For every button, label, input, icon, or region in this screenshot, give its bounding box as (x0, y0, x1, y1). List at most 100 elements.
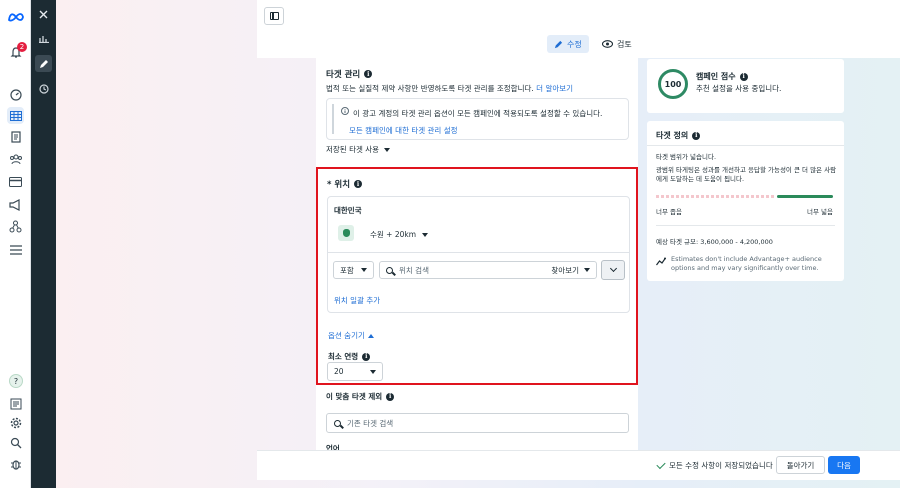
location-search-input[interactable]: 위치 검색 찾아보기 (379, 261, 597, 279)
city-radius-dropdown[interactable]: 수원 + 20km (370, 229, 429, 240)
all-campaigns-controls-link[interactable]: 모든 캠페인에 대한 타겟 관리 설정 (349, 125, 458, 136)
gauge-broad-label: 너무 넓음 (807, 208, 833, 216)
gauge-narrow-label: 너무 좁음 (656, 208, 682, 216)
estimated-audience-size: 예상 타겟 규모: 3,600,000 - 4,200,000 (656, 238, 773, 246)
left-nav: 2 ? (0, 0, 31, 488)
info-icon[interactable]: i (692, 131, 701, 140)
card-divider (328, 252, 629, 253)
location-section-highlight: * 위치 i 대한민국 수원 + 20km 포함 위치 검색 찾아보기 위치 일… (316, 167, 638, 385)
hide-options-label: 옵션 숨기기 (328, 331, 365, 340)
language-title: 언어 (326, 444, 340, 450)
bottom-action-bar: 모든 수정 사항이 저장되었습니다 돌아가기 다음 (257, 450, 900, 480)
min-age-select[interactable]: 20 (327, 362, 383, 381)
bulk-add-locations-link[interactable]: 위치 일괄 추가 (334, 295, 380, 306)
info-icon[interactable]: i (739, 72, 748, 81)
include-label: 포함 (340, 265, 354, 275)
notice-accent-bar (332, 104, 334, 134)
check-icon (656, 459, 666, 469)
info-icon[interactable]: i (386, 392, 395, 401)
targeting-panel: 타겟 관리 i 법적 또는 실질적 제약 사항만 반영하도록 타겟 관리를 조정… (316, 58, 638, 450)
info-icon[interactable]: i (364, 70, 373, 78)
location-card: 대한민국 수원 + 20km 포함 위치 검색 찾아보기 위치 일괄 추가 (327, 196, 630, 313)
notification-badge: 2 (17, 42, 27, 52)
min-age-value: 20 (334, 367, 344, 376)
clock-icon[interactable] (35, 80, 52, 97)
search-icon[interactable] (7, 434, 24, 451)
score-title-text: 캠페인 점수 (696, 72, 736, 81)
learn-more-link[interactable]: 더 알아보기 (536, 84, 573, 93)
city-radius-label: 수원 + 20km (370, 230, 417, 239)
caret-down-icon (422, 232, 429, 237)
trend-icon (656, 257, 666, 267)
saved-status-text: 모든 수정 사항이 저장되었습니다 (669, 461, 773, 470)
info-icon[interactable]: i (362, 352, 371, 361)
info-outline-icon (341, 107, 349, 117)
score-ring: 100 (658, 69, 688, 99)
audience-definition-card: 타겟 정의 i 타겟 범위가 넓습니다. 광범위 타게팅은 성과를 개선하고 응… (647, 121, 844, 281)
caret-down-icon (361, 268, 367, 272)
score-title: 캠페인 점수 i (696, 71, 748, 82)
connections-icon[interactable] (7, 218, 24, 235)
review-mode-button[interactable]: 검토 (597, 35, 637, 53)
audience-icon[interactable] (7, 150, 24, 167)
top-bar: 수정 검토 (257, 0, 900, 58)
score-subtitle: 추천 설정을 사용 중입니다. (696, 84, 782, 93)
country-label: 대한민국 (334, 206, 362, 215)
bug-icon[interactable] (7, 455, 24, 472)
expand-location-button[interactable] (601, 260, 625, 280)
exclude-search-placeholder: 기존 타겟 검색 (347, 418, 394, 428)
next-button[interactable]: 다음 (828, 456, 860, 474)
pencil-icon (554, 40, 563, 48)
saved-audience-dropdown[interactable]: 저장된 타겟 사용 (326, 144, 391, 155)
location-pin-icon (338, 225, 354, 241)
caret-up-icon (367, 333, 374, 338)
close-icon[interactable] (35, 6, 52, 23)
meta-logo-icon[interactable] (7, 8, 24, 25)
info-icon[interactable]: i (354, 180, 363, 188)
min-age-title: 최소 연령 i (328, 351, 371, 362)
browse-dropdown[interactable]: 찾아보기 (551, 265, 590, 276)
caret-down-icon (370, 369, 376, 374)
notice-text: 이 광고 계정의 타겟 관리 옵션이 모든 캠페인에 적용되도록 설정할 수 있… (353, 109, 603, 118)
billing-icon[interactable] (7, 173, 24, 190)
exclude-audience-search-input[interactable]: 기존 타겟 검색 (326, 413, 629, 433)
news-icon[interactable] (7, 395, 24, 412)
gear-icon[interactable] (7, 414, 24, 431)
editor-rail (31, 0, 56, 488)
review-mode-label: 검토 (617, 39, 632, 49)
card-divider (656, 225, 835, 226)
exclude-title-text: 이 맞춤 타겟 제외 (326, 392, 383, 401)
targeting-description-text: 법적 또는 실질적 제약 사항만 반영하도록 타겟 관리를 조정합니다. (326, 84, 534, 93)
menu-icon[interactable] (7, 241, 24, 258)
edit-mode-button[interactable]: 수정 (547, 35, 589, 53)
caret-down-icon (384, 147, 391, 152)
location-title: * 위치 i (327, 178, 363, 190)
targeting-description: 법적 또는 실질적 제약 사항만 반영하도록 타겟 관리를 조정합니다. 더 알… (326, 83, 573, 94)
pencil-icon[interactable] (35, 55, 52, 72)
chart-icon[interactable] (35, 30, 52, 47)
megaphone-icon[interactable] (7, 196, 24, 213)
gauge-icon[interactable] (7, 86, 24, 103)
targeting-title: 타겟 관리 i (326, 68, 373, 80)
campaign-score-card: 100 캠페인 점수 i 추천 설정을 사용 중입니다. (647, 59, 844, 113)
audience-definition-body: 광범위 타게팅은 성과를 개선하고 응답할 가능성이 큰 더 많은 사람에게 도… (656, 166, 837, 183)
toggle-panel-button[interactable] (264, 7, 284, 25)
back-button[interactable]: 돌아가기 (776, 456, 825, 474)
chevron-down-icon (609, 264, 617, 273)
min-age-title-text: 최소 연령 (328, 352, 359, 361)
search-icon (386, 266, 393, 274)
audience-breadth-gauge (656, 195, 833, 198)
search-icon (334, 419, 341, 427)
include-dropdown[interactable]: 포함 (333, 261, 374, 279)
saved-audience-label: 저장된 타겟 사용 (326, 145, 380, 154)
table-icon[interactable] (7, 107, 24, 124)
help-icon[interactable]: ? (7, 372, 24, 389)
account-controls-notice: 이 광고 계정의 타겟 관리 옵션이 모든 캠페인에 적용되도록 설정할 수 있… (326, 98, 629, 140)
advantage-estimate-note: Estimates don't include Advantage+ audie… (671, 255, 822, 272)
hide-options-toggle[interactable]: 옵션 숨기기 (328, 330, 374, 341)
pages-icon[interactable] (7, 128, 24, 145)
location-search-placeholder: 위치 검색 (399, 265, 429, 275)
browse-label: 찾아보기 (551, 265, 579, 275)
definition-title-text: 타겟 정의 (656, 131, 689, 140)
exclude-audience-title: 이 맞춤 타겟 제외 i (326, 391, 395, 402)
